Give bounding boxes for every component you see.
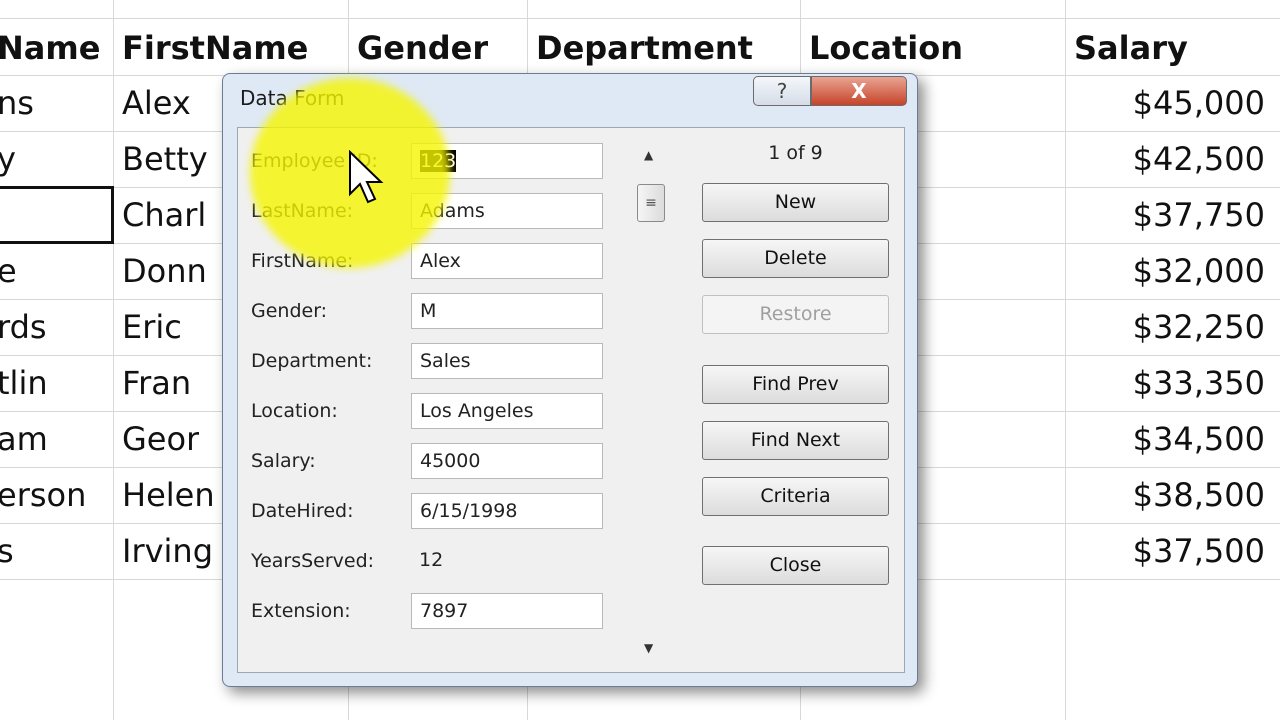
cell-first[interactable]: Irving bbox=[122, 523, 213, 579]
criteria-button[interactable]: Criteria bbox=[702, 477, 889, 516]
cell-first[interactable]: Eric bbox=[122, 299, 182, 355]
cell-salary[interactable]: $45,000 bbox=[1065, 75, 1265, 131]
cell-col_a[interactable]: e bbox=[0, 243, 17, 299]
find-next-button[interactable]: Find Next bbox=[702, 421, 889, 460]
cell-salary[interactable]: $32,250 bbox=[1065, 299, 1265, 355]
cell-col_a[interactable]: am bbox=[0, 411, 48, 467]
selected-cell[interactable] bbox=[0, 186, 114, 244]
cell-first[interactable]: Alex bbox=[122, 75, 191, 131]
cell-first[interactable]: Charl bbox=[122, 187, 206, 243]
cell-salary[interactable]: $34,500 bbox=[1065, 411, 1265, 467]
header-department[interactable]: Department bbox=[536, 20, 753, 76]
scroll-down-icon[interactable]: ▼ bbox=[644, 641, 653, 655]
close-button[interactable]: Close bbox=[702, 546, 889, 585]
new-button[interactable]: New bbox=[702, 183, 889, 222]
field-label: Gender: bbox=[251, 300, 328, 322]
find-prev-button[interactable]: Find Prev bbox=[702, 365, 889, 404]
cell-first[interactable]: Betty bbox=[122, 131, 208, 187]
field-value-readonly: 12 bbox=[419, 549, 444, 571]
field-label: Salary: bbox=[251, 450, 316, 472]
field-input[interactable]: Los Angeles bbox=[411, 393, 603, 429]
cell-first[interactable]: Fran bbox=[122, 355, 191, 411]
cell-col_a[interactable]: erson bbox=[0, 467, 86, 523]
header-gender[interactable]: Gender bbox=[357, 20, 488, 76]
header-location[interactable]: Location bbox=[809, 20, 963, 76]
cell-salary[interactable]: $38,500 bbox=[1065, 467, 1265, 523]
cell-salary[interactable]: $42,500 bbox=[1065, 131, 1265, 187]
field-input[interactable]: Sales bbox=[411, 343, 603, 379]
field-label: Department: bbox=[251, 350, 373, 372]
field-input[interactable]: 6/15/1998 bbox=[411, 493, 603, 529]
mouse-cursor-icon bbox=[349, 150, 384, 204]
field-input[interactable]: 45000 bbox=[411, 443, 603, 479]
cell-col_a[interactable]: tlin bbox=[0, 355, 48, 411]
cell-salary[interactable]: $37,500 bbox=[1065, 523, 1265, 579]
header-firstname[interactable]: FirstName bbox=[122, 20, 308, 76]
cell-first[interactable]: Donn bbox=[122, 243, 207, 299]
cell-salary[interactable]: $37,750 bbox=[1065, 187, 1265, 243]
record-scrollbar[interactable]: ▲ ≡ ▼ bbox=[635, 142, 667, 657]
cell-col_a[interactable]: y bbox=[0, 131, 16, 187]
field-input[interactable]: 7897 bbox=[411, 593, 603, 629]
record-counter: 1 of 9 bbox=[768, 142, 823, 164]
scroll-thumb[interactable]: ≡ bbox=[637, 184, 665, 222]
cell-col_a[interactable]: s bbox=[0, 523, 14, 579]
field-input[interactable]: M bbox=[411, 293, 603, 329]
cell-salary[interactable]: $32,000 bbox=[1065, 243, 1265, 299]
gridline bbox=[113, 0, 114, 720]
field-input[interactable]: Alex bbox=[411, 243, 603, 279]
cell-salary[interactable]: $33,350 bbox=[1065, 355, 1265, 411]
help-button[interactable]: ? bbox=[753, 76, 811, 106]
cell-first[interactable]: Geor bbox=[122, 411, 199, 467]
gridline bbox=[0, 18, 1280, 19]
header-salary[interactable]: Salary bbox=[1074, 20, 1188, 76]
cell-first[interactable]: Helen bbox=[122, 467, 215, 523]
scroll-up-icon[interactable]: ▲ bbox=[644, 148, 653, 162]
cell-col_a[interactable]: ns bbox=[0, 75, 34, 131]
cell-col_a[interactable]: rds bbox=[0, 299, 47, 355]
field-label: Extension: bbox=[251, 600, 351, 622]
restore-button[interactable]: Restore bbox=[702, 295, 889, 334]
header-lastname[interactable]: Name bbox=[0, 20, 100, 76]
field-label: YearsServed: bbox=[251, 550, 375, 572]
field-label: DateHired: bbox=[251, 500, 354, 522]
delete-button[interactable]: Delete bbox=[702, 239, 889, 278]
field-label: Location: bbox=[251, 400, 338, 422]
close-icon[interactable]: X bbox=[811, 76, 907, 106]
